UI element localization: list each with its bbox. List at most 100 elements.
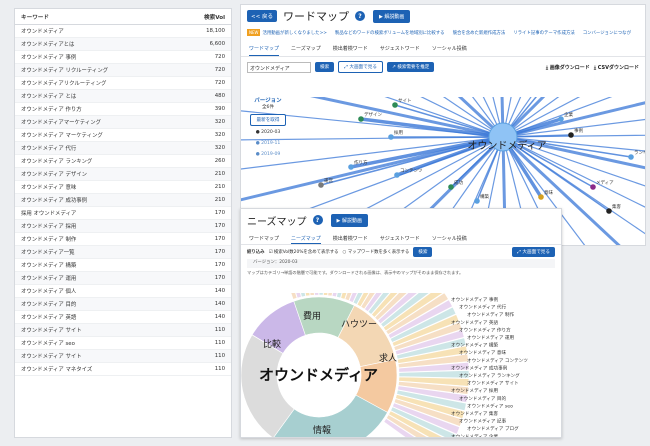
table-row[interactable]: オウンドメディア 事例 720 [15,51,231,64]
keyword-cell: オウンドメディア [21,29,64,35]
needs-word: オウンドメディア サイト [467,380,519,387]
version-compare-button[interactable]: 最新を取得 [250,114,286,126]
keyword-cell: オウンドメディア 制作 [21,237,77,243]
link-3[interactable]: リライト記事のテーマ作成方法 [513,30,574,36]
tab-needsmap[interactable]: ニーズマップ [291,45,321,56]
table-row[interactable]: オウンドメディア 作り方 390 [15,103,231,116]
search-button[interactable]: 検索 [315,62,335,72]
word-label: デザイン [364,111,382,118]
volume-cell: 260 [214,158,225,164]
table-row[interactable]: オウンドメディア 運用 170 [15,272,231,285]
help-icon[interactable]: ? [354,11,365,21]
expand-label: 大画面で見る [522,250,550,255]
image-download-link[interactable]: ⤓ 画像ダウンロード [546,64,590,71]
table-row[interactable]: オウンドメディア マネタイズ 110 [15,363,231,376]
table-row[interactable]: オウンドメディア 採用 170 [15,220,231,233]
word-label: サイト [398,98,412,104]
tab-suggest[interactable]: サジェストワード [380,235,420,244]
volume-cell: 110 [214,366,225,372]
keyword-cell: オウンドメディアマーケティング [21,120,102,126]
link-2[interactable]: 競合を含めた新規作成方法 [453,30,506,36]
trend-button[interactable]: ↗ 検索需要を推定 [386,62,435,72]
word-node [606,208,612,214]
expand-button[interactable]: ⤢ 大画面で見る [512,247,555,257]
word-node [388,134,394,140]
segment-label: 求人 [379,352,397,364]
col-volume[interactable]: 検索Vol [185,13,225,21]
table-row[interactable]: オウンドメディア 個人 140 [15,285,231,298]
tab-needsmap[interactable]: ニーズマップ [291,235,321,244]
word-node [394,172,400,178]
tab-cooccur[interactable]: 検出着検ワード [333,45,368,56]
needs-word: オウンドメディア 制作 [467,311,514,318]
tab-wordmap[interactable]: ワードマップ [249,235,279,244]
back-button[interactable]: << 戻る [247,10,277,22]
version-item[interactable]: ● 2019-09 [248,152,288,157]
table-row[interactable]: オウンドメディア 18,100 [15,25,231,38]
keyword-cell: オウンドメディア マネタイズ [21,367,93,373]
table-row[interactable]: オウンドメディア 代行 320 [15,142,231,155]
video-button[interactable]: ▶ 解説動画 [330,213,368,227]
table-row[interactable]: オウンドメディア 構築 170 [15,259,231,272]
version-list: バージョン 全6件 最新を取得 ● 2020-03 ● 2019-11 ● 20… [248,96,288,157]
filter-label: 絞り込み [247,250,265,255]
table-row[interactable]: オウンドメディア マーケティング 320 [15,129,231,142]
version-item[interactable]: ● 2020-03 [248,130,288,135]
checkbox-1[interactable]: ☑ 検索Vol数20%を含めて表示する [269,249,339,255]
tab-social[interactable]: ソーシャル投稿 [432,235,467,244]
tab-wordmap[interactable]: ワードマップ [249,45,280,56]
table-row[interactable]: オウンドメディア 英語 140 [15,311,231,324]
tab-suggest[interactable]: サジェストワード [380,45,420,56]
version-item[interactable]: ● 2019-11 [248,141,288,146]
help-icon[interactable]: ? [312,215,323,225]
table-row[interactable]: 採用 オウンドメディア 170 [15,207,231,220]
volume-cell: 320 [214,119,225,125]
table-row[interactable]: オウンドメディアとは 6,600 [15,38,231,51]
needs-word: オウンドメディア 英語 [451,319,498,326]
table-row[interactable]: オウンドメディアリクルーティング 720 [15,77,231,90]
needs-word: オウンドメディア ブログ [467,425,519,432]
word-node [568,132,574,138]
search-button[interactable]: 検索 [413,247,433,257]
table-row[interactable]: オウンドメディア一覧 170 [15,246,231,259]
table-row[interactable]: オウンドメディア デザイン 210 [15,168,231,181]
search-input[interactable]: オウンドメディア [247,61,311,73]
table-row[interactable]: オウンドメディア 目的 140 [15,298,231,311]
word-node [448,184,454,190]
map-note: マップはカテゴリ→単語の階層で可能です。ダウンロードされる画像は、表示中のマップ… [247,270,464,275]
table-row[interactable]: オウンドメディア ランキング 260 [15,155,231,168]
table-row[interactable]: オウンドメディア とは 480 [15,90,231,103]
table-row[interactable]: オウンドメディア サイト 110 [15,350,231,363]
tab-social[interactable]: ソーシャル投稿 [432,45,467,56]
table-row[interactable]: オウンドメディアマーケティング 320 [15,116,231,129]
table-row[interactable]: オウンドメディア 制作 170 [15,233,231,246]
table-row[interactable]: オウンドメディア 成功事例 210 [15,194,231,207]
volume-cell: 170 [214,210,225,216]
word-label: 意味 [544,189,553,196]
table-row[interactable]: オウンドメディア サイト 110 [15,324,231,337]
volume-cell: 170 [214,275,225,281]
table-row[interactable]: オウンドメディア リクルーティング 720 [15,64,231,77]
needs-word: オウンドメディア 企業 [451,433,498,438]
link-4[interactable]: コンバージョンにつなが [583,30,631,36]
needs-sunburst[interactable]: 費用ハウツー比較求人情報 オウンドメディア オウンドメディア 事例オウンドメディア … [241,293,562,438]
wordmap-tabs: ワードマップ ニーズマップ 検出着検ワード サジェストワード ソーシャル投稿 [241,39,645,57]
csv-download-link[interactable]: ⤓ CSVダウンロード [594,64,639,71]
volume-cell: 18,100 [206,28,225,34]
expand-button[interactable]: ⤢ 大画面で見る [338,61,383,73]
tab-cooccur[interactable]: 検出着検ワード [333,235,368,244]
keyword-cell: オウンドメディア 意味 [21,185,77,191]
col-keyword[interactable]: キーワード [21,13,185,21]
link-1[interactable]: 製品などのワードの検索ボリュームを地域別に比較する [335,30,445,36]
word-label: 採用 [394,129,403,136]
table-row[interactable]: オウンドメディア 意味 210 [15,181,231,194]
keyword-cell: オウンドメディア 採用 [21,224,77,230]
video-button[interactable]: ▶ 解説動画 [372,9,411,23]
link-0[interactable]: 活用動画が新しくなりました>> [262,31,326,36]
volume-cell: 140 [214,314,225,320]
checkbox-2[interactable]: ○ マップワード数を多く表示する [343,249,410,255]
volume-cell: 320 [214,145,225,151]
needs-word: オウンドメディア seo [467,402,513,409]
needs-word: オウンドメディア 成功事例 [451,364,508,371]
table-row[interactable]: オウンドメディア seo 110 [15,337,231,350]
